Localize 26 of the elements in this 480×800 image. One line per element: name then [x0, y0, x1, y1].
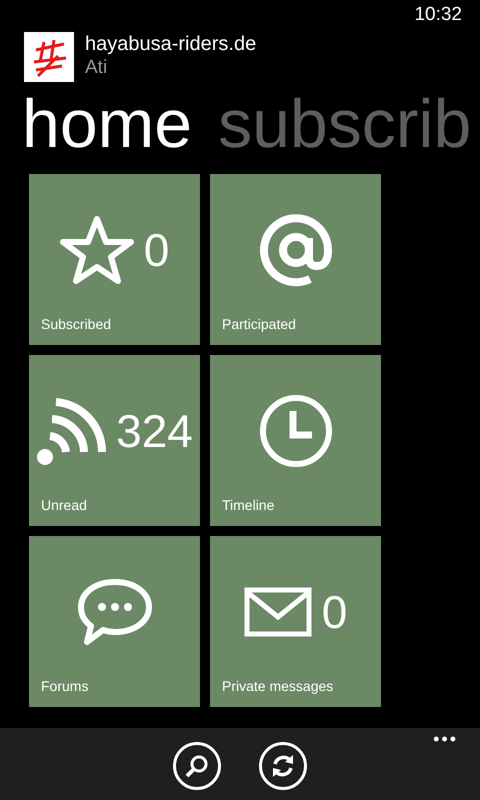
search-icon: [184, 753, 210, 779]
pivot-header[interactable]: home: [22, 82, 192, 166]
status-time: 10:32: [414, 5, 462, 27]
tile-count: 0: [322, 588, 348, 634]
logo-icon: [24, 32, 74, 82]
envelope-icon: [244, 586, 312, 636]
tile[interactable]: Timeline: [210, 355, 381, 526]
star-icon: [60, 214, 134, 284]
more-button[interactable]: •••: [433, 730, 458, 748]
search-button[interactable]: [173, 742, 221, 790]
clock-icon: [258, 394, 332, 468]
tile[interactable]: Forums: [29, 536, 200, 707]
tile[interactable]: 0 Subscribed: [29, 174, 200, 345]
tile-count: 0: [144, 226, 170, 272]
pivot-header[interactable]: subscrib: [218, 82, 472, 166]
refresh-icon: [270, 753, 296, 779]
at-sign-icon: [258, 212, 334, 288]
speech-bubble-icon: [76, 578, 152, 646]
site-title: hayabusa-riders.de: [85, 32, 256, 56]
tile-count: 324: [116, 408, 193, 454]
rss-feed-icon: [36, 396, 106, 466]
refresh-button[interactable]: [259, 742, 307, 790]
tile[interactable]: 0 Private messages: [210, 536, 381, 707]
user-name: Ati: [85, 56, 108, 80]
tile[interactable]: Participated: [210, 174, 381, 345]
tile[interactable]: 324 Unread: [29, 355, 200, 526]
